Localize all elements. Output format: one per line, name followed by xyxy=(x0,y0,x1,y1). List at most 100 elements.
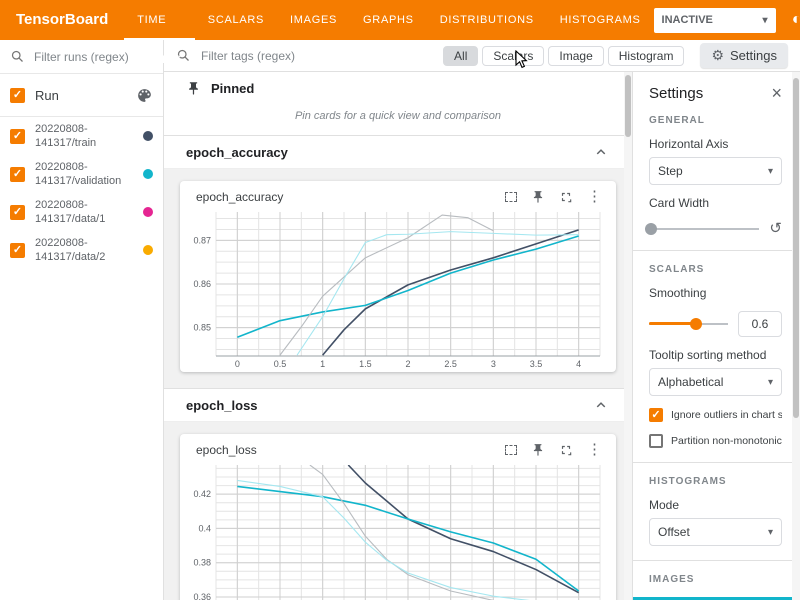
check-icon: ✓ xyxy=(13,169,22,180)
close-icon[interactable]: × xyxy=(771,84,782,102)
more-options-icon[interactable]: ⋮ xyxy=(587,442,602,457)
ignore-outliers-row[interactable]: ✓ Ignore outliers in chart scaling xyxy=(649,408,782,422)
svg-text:3.5: 3.5 xyxy=(530,359,543,369)
card-title: epoch_accuracy xyxy=(196,190,505,204)
palette-icon[interactable] xyxy=(136,87,153,104)
tab-graphs[interactable]: GRAPHS xyxy=(350,0,427,40)
run-color-dot xyxy=(143,131,153,141)
epoch-accuracy-chart[interactable]: 0.850.860.8700.511.522.533.54 xyxy=(182,206,610,372)
histograms-heading: HISTOGRAMS xyxy=(649,476,782,487)
svg-text:4: 4 xyxy=(576,359,581,369)
run-checkbox[interactable]: ✓ xyxy=(10,129,25,144)
tab-scalars[interactable]: SCALARS xyxy=(195,0,277,40)
partition-checkbox[interactable]: ✓ xyxy=(649,434,663,448)
smoothing-slider[interactable] xyxy=(649,317,728,331)
run-name: 20220808-141317/train xyxy=(35,122,143,150)
settings-scrollbar-thumb[interactable] xyxy=(793,78,799,418)
card-width-row: ↺ xyxy=(649,221,782,236)
app-header: TensorBoard TIME SERIES SCALARS IMAGES G… xyxy=(0,0,800,40)
smoothing-row xyxy=(649,311,782,337)
histogram-mode-select[interactable]: Offset ▾ xyxy=(649,518,782,546)
chevron-up-icon[interactable] xyxy=(592,396,610,414)
run-color-dot xyxy=(143,245,153,255)
run-name: 20220808-141317/data/2 xyxy=(35,236,143,264)
theme-toggle-icon[interactable]: ◐ xyxy=(788,12,800,28)
horizontal-axis-select[interactable]: Step ▾ xyxy=(649,157,782,185)
run-checkbox[interactable]: ✓ xyxy=(10,243,25,258)
chip-all[interactable]: All xyxy=(443,46,478,66)
smoothing-value-input[interactable] xyxy=(738,311,782,337)
select-all-runs-checkbox[interactable]: ✓ xyxy=(10,88,25,103)
chevron-up-icon[interactable] xyxy=(592,143,610,161)
run-row-validation[interactable]: ✓ 20220808-141317/validation xyxy=(0,155,163,193)
horizontal-axis-label: Horizontal Axis xyxy=(649,137,782,151)
section-body-epoch-loss: epoch_loss ⋮ 0.360.380.40.4200.511.522.5… xyxy=(164,422,632,600)
card-title: epoch_loss xyxy=(196,443,505,457)
section-title: epoch_loss xyxy=(186,398,258,413)
pin-card-icon[interactable] xyxy=(531,443,545,457)
tooltip-sorting-value: Alphabetical xyxy=(658,375,723,389)
chip-scalars[interactable]: Scalars xyxy=(482,46,544,66)
tooltip-sorting-label: Tooltip sorting method xyxy=(649,348,782,362)
svg-text:2: 2 xyxy=(405,359,410,369)
tab-distributions[interactable]: DISTRIBUTIONS xyxy=(427,0,547,40)
scalar-card-epoch-loss: epoch_loss ⋮ 0.360.380.40.4200.511.522.5… xyxy=(180,434,616,600)
settings-button[interactable]: ⚙ Settings xyxy=(700,43,788,68)
fullscreen-icon[interactable] xyxy=(559,190,573,204)
tab-histograms[interactable]: HISTOGRAMS xyxy=(547,0,654,40)
fullscreen-icon[interactable] xyxy=(559,443,573,457)
ignore-outliers-label: Ignore outliers in chart scaling xyxy=(671,409,782,421)
filter-runs-input[interactable] xyxy=(32,49,153,65)
tooltip-sorting-select[interactable]: Alphabetical ▾ xyxy=(649,368,782,396)
run-color-dot xyxy=(143,169,153,179)
reload-status-select[interactable]: INACTIVE ▾ xyxy=(654,8,776,33)
run-checkbox[interactable]: ✓ xyxy=(10,205,25,220)
card-header: epoch_loss ⋮ xyxy=(180,434,616,459)
svg-text:0.4: 0.4 xyxy=(198,523,211,533)
tags-toolbar: All Scalars Image Histogram ⚙ Settings xyxy=(164,40,800,72)
more-options-icon[interactable]: ⋮ xyxy=(587,189,602,204)
chip-image[interactable]: Image xyxy=(548,46,603,66)
section-header-epoch-accuracy[interactable]: epoch_accuracy xyxy=(164,136,632,169)
chip-histogram[interactable]: Histogram xyxy=(608,46,685,66)
scalar-card-epoch-accuracy: epoch_accuracy ⋮ 0.850.860.8700.511.522.… xyxy=(180,181,616,372)
run-checkbox[interactable]: ✓ xyxy=(10,167,25,182)
check-icon: ✓ xyxy=(13,207,22,218)
reset-icon[interactable]: ↺ xyxy=(769,221,782,236)
settings-scrollbar[interactable] xyxy=(792,72,800,600)
tensorboard-app: TensorBoard TIME SERIES SCALARS IMAGES G… xyxy=(0,0,800,600)
histogram-mode-value: Offset xyxy=(658,525,690,539)
images-heading: IMAGES xyxy=(649,574,782,585)
run-row-data-1[interactable]: ✓ 20220808-141317/data/1 xyxy=(0,193,163,231)
general-heading: GENERAL xyxy=(649,115,782,126)
fit-to-domain-icon[interactable] xyxy=(505,445,517,455)
svg-text:0: 0 xyxy=(235,359,240,369)
check-icon: ✓ xyxy=(13,245,22,256)
main-scrollbar-thumb[interactable] xyxy=(625,75,631,137)
gear-icon: ⚙ xyxy=(711,47,724,64)
run-row-train[interactable]: ✓ 20220808-141317/train xyxy=(0,117,163,155)
caret-down-icon: ▾ xyxy=(768,527,773,538)
ignore-outliers-checkbox[interactable]: ✓ xyxy=(649,408,663,422)
pin-card-icon[interactable] xyxy=(531,190,545,204)
epoch-loss-chart[interactable]: 0.360.380.40.4200.511.522.533.54 xyxy=(182,459,610,600)
tab-images[interactable]: IMAGES xyxy=(277,0,350,40)
run-row-data-2[interactable]: ✓ 20220808-141317/data/2 xyxy=(0,231,163,269)
caret-down-icon: ▾ xyxy=(768,377,773,388)
card-width-slider[interactable] xyxy=(649,222,759,236)
main-scrollbar[interactable] xyxy=(624,72,632,600)
fit-to-domain-icon[interactable] xyxy=(505,192,517,202)
top-nav-tabs: TIME SERIES SCALARS IMAGES GRAPHS DISTRI… xyxy=(124,0,653,40)
pinned-label: Pinned xyxy=(211,81,254,96)
svg-text:0.5: 0.5 xyxy=(274,359,287,369)
section-header-epoch-loss[interactable]: epoch_loss xyxy=(164,389,632,422)
histogram-mode-label: Mode xyxy=(649,498,782,512)
pinned-hint-text: Pin cards for a quick view and compariso… xyxy=(164,104,632,136)
card-header: epoch_accuracy ⋮ xyxy=(180,181,616,206)
svg-text:0.42: 0.42 xyxy=(193,489,211,499)
partition-row[interactable]: ✓ Partition non-monotonic X axis i xyxy=(649,434,782,448)
header-actions: INACTIVE ▾ ◐ ↻ ⚙ ? xyxy=(654,0,800,40)
tab-time-series[interactable]: TIME SERIES xyxy=(124,0,195,40)
runs-list-header: ✓ Run xyxy=(0,74,163,117)
filter-tags-input[interactable] xyxy=(199,48,383,64)
